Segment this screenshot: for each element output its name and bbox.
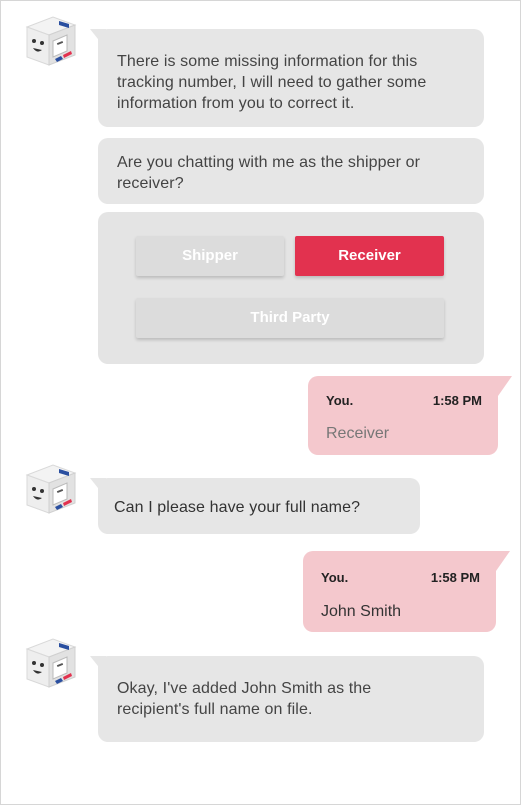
shipper-button[interactable]: Shipper (136, 236, 284, 276)
bot-avatar-icon (19, 461, 79, 517)
bot-avatar-icon (19, 13, 79, 69)
role-choice-panel: Shipper Receiver Third Party (98, 212, 484, 364)
bot-message-text: Can I please have your full name? (114, 499, 361, 516)
bot-message-4: Okay, I've added John Smith as the recip… (90, 656, 484, 742)
third-party-button[interactable]: Third Party (136, 298, 444, 338)
user-message-text: John Smith (321, 603, 402, 620)
bot-message-1: There is some missing information for th… (90, 29, 484, 127)
user-message-text: Receiver (326, 425, 390, 442)
bot-message-text: Okay, I've added John Smith as the recip… (117, 680, 372, 718)
sender-label: You. (326, 393, 354, 408)
user-message-1: You. 1:58 PM Receiver (308, 376, 512, 455)
message-time: 1:58 PM (430, 570, 480, 585)
chat-window: There is some missing information for th… (0, 0, 521, 805)
message-time: 1:58 PM (432, 393, 482, 408)
bot-message-text: There is some missing information for th… (117, 53, 427, 112)
receiver-button[interactable]: Receiver (295, 236, 444, 276)
sender-label: You. (321, 570, 349, 585)
bot-message-3: Can I please have your full name? (90, 478, 420, 534)
bot-avatar-icon (19, 635, 79, 691)
user-message-2: You. 1:58 PM John Smith (303, 551, 510, 632)
bot-message-2: Are you chatting with me as the shipper … (98, 138, 484, 204)
bot-message-text: Are you chatting with me as the shipper … (117, 154, 421, 192)
